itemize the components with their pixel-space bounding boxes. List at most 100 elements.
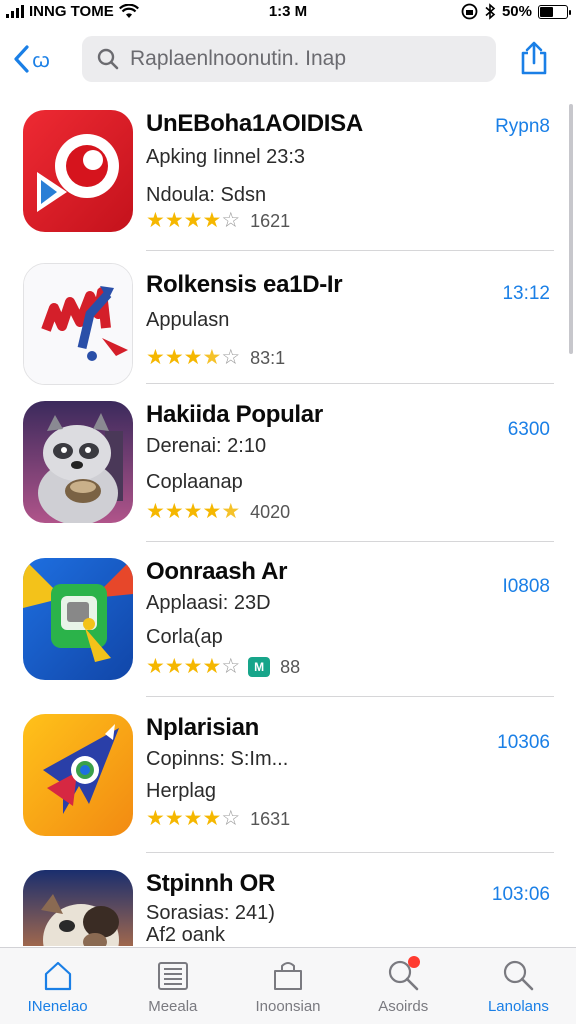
app-row-6[interactable]: Stpinnh OR Sorasias: 241) Af2 oank 103:0…	[0, 870, 576, 946]
tab-search[interactable]: Lanolans	[461, 948, 576, 1024]
star-full-icon: ★	[146, 500, 165, 523]
scrollbar[interactable]	[569, 104, 573, 354]
dog-mascot-app-icon[interactable]	[23, 870, 133, 946]
star-full-icon: ★	[164, 209, 184, 232]
status-bar: INNG TOME 1:3 M 50%	[0, 0, 576, 26]
app-name: UnEBoha1AOIDISA	[146, 110, 363, 137]
battery-percent: 50%	[501, 3, 532, 20]
app-row-2[interactable]: Rolkensis ea1D-Ir Appulasn ★★★★☆ 83:1 13…	[0, 263, 576, 385]
app-row-1[interactable]: UnEBoha1AOIDISA Apking Iinnel 23:3 Ndoul…	[0, 110, 576, 251]
wifi-icon	[118, 4, 139, 18]
battery-icon	[538, 4, 571, 19]
search-query: Raplaenlnoonutin. Inap	[130, 47, 347, 70]
star-full-icon: ★	[164, 807, 184, 830]
star-full-icon: ★	[183, 209, 203, 232]
rating-count: 83:1	[250, 347, 286, 368]
tab-label: Lanolans	[487, 998, 549, 1015]
bag-icon	[274, 962, 302, 990]
rating-stars: ★★★★☆	[146, 210, 240, 232]
search-input[interactable]: Raplaenlnoonutin. Inap	[82, 36, 496, 82]
rating: ★★★★☆ 83:1	[146, 347, 285, 369]
app-name: Oonraash Ar	[146, 558, 288, 585]
app-list: UnEBoha1AOIDISA Apking Iinnel 23:3 Ndoul…	[0, 96, 576, 946]
app-subtitle: Sorasias: 241)	[146, 902, 275, 924]
app-category: Corla(ap	[146, 626, 223, 648]
tab-home[interactable]: INenelao	[0, 948, 115, 1024]
red-swirl-app-icon[interactable]	[23, 110, 133, 232]
update-button[interactable]: 6300	[508, 419, 550, 441]
star-full-icon: ★	[164, 346, 184, 369]
app-subtitle: Applaasi: 23D	[146, 592, 271, 614]
rating: ★★★★★ 4020	[146, 501, 290, 523]
carrier-label: INNG TOME	[29, 3, 114, 20]
get-button[interactable]: Rypn8	[495, 116, 550, 138]
status-left: INNG TOME	[6, 3, 139, 20]
raccoon-mascot-app-icon[interactable]	[23, 401, 133, 523]
row-separator	[146, 696, 554, 697]
update-button[interactable]: 10306	[497, 732, 550, 754]
lock-rotation-icon	[461, 3, 478, 20]
app-name: Rolkensis ea1D-Ir	[146, 271, 343, 298]
star-full-icon: ★	[164, 500, 184, 523]
battery-fill	[540, 6, 553, 17]
update-button[interactable]: 13:12	[502, 283, 550, 305]
star-half-icon: ★	[221, 500, 241, 523]
app-subtitle: Copinns: S:Im...	[146, 748, 289, 770]
star-half-icon: ★	[202, 346, 222, 369]
rating-stars: ★★★★★	[146, 501, 240, 523]
list-icon	[157, 962, 188, 990]
green-megaphone-app-icon[interactable]	[23, 558, 133, 680]
star-full-icon: ★	[202, 209, 222, 232]
nav-bar: ꞷ Raplaenlnoonutin. Inap	[0, 30, 576, 90]
star-full-icon: ★	[164, 655, 184, 678]
row-separator	[146, 852, 554, 853]
tab-media[interactable]: Meeala	[115, 948, 230, 1024]
back-label: ꞷ	[32, 49, 51, 72]
star-empty-icon: ☆	[221, 655, 241, 678]
star-full-icon: ★	[146, 209, 165, 232]
star-full-icon: ★	[146, 807, 165, 830]
rating-stars: ★★★★☆	[146, 347, 240, 369]
star-empty-icon: ☆	[221, 807, 241, 830]
update-button[interactable]: 103:06	[492, 884, 550, 906]
rating: ★★★★☆ M 88	[146, 656, 300, 678]
search-icon	[97, 48, 119, 70]
star-full-icon: ★	[202, 500, 222, 523]
star-full-icon: ★	[202, 655, 222, 678]
app-name: Stpinnh OR	[146, 870, 275, 897]
back-button[interactable]: ꞷ	[12, 42, 50, 76]
rating-stars: ★★★★☆	[146, 656, 240, 678]
app-row-5[interactable]: Nplarisian Copinns: S:Im... Herplag ★★★★…	[0, 714, 576, 854]
share-button[interactable]	[518, 40, 550, 76]
app-row-4[interactable]: Oonraash Ar Applaasi: 23D Corla(ap ★★★★☆…	[0, 558, 576, 697]
star-full-icon: ★	[183, 807, 203, 830]
app-category: Herplag	[146, 780, 217, 802]
status-right: 50%	[461, 3, 571, 20]
app-category: Ndoula: Sdsn	[146, 184, 267, 206]
home-icon	[44, 961, 71, 991]
tab-label: Inoonsian	[255, 998, 321, 1015]
app-row-3[interactable]: Hakiida Popular Derenai: 2:10 Coplaanap …	[0, 401, 576, 542]
rating-count: 1621	[250, 210, 291, 231]
share-icon	[521, 41, 547, 75]
app-badge: M	[248, 657, 271, 677]
chevron-left-icon	[14, 45, 29, 73]
rocket-bird-app-icon[interactable]	[23, 714, 133, 836]
update-button[interactable]: I0808	[502, 576, 550, 598]
red-blue-graph-app-icon[interactable]	[23, 263, 133, 385]
app-category: Af2 oank	[146, 924, 225, 946]
app-subtitle: Apking Iinnel 23:3	[146, 146, 306, 168]
tab-label: INenelao	[27, 998, 88, 1015]
tab-bar: INenelao Meeala Inoonsian Asoirds Lanola…	[0, 947, 576, 1024]
star-full-icon: ★	[183, 500, 203, 523]
app-category: Coplaanap	[146, 471, 243, 493]
star-empty-icon: ☆	[221, 209, 241, 232]
search-icon	[504, 960, 534, 991]
tab-updates[interactable]: Asoirds	[346, 948, 461, 1024]
rating-count: 1631	[250, 808, 291, 829]
tab-store[interactable]: Inoonsian	[230, 948, 345, 1024]
tab-label: Meeala	[148, 998, 198, 1015]
tab-label: Asoirds	[378, 998, 429, 1015]
star-empty-icon: ☆	[221, 346, 241, 369]
star-full-icon: ★	[183, 346, 203, 369]
